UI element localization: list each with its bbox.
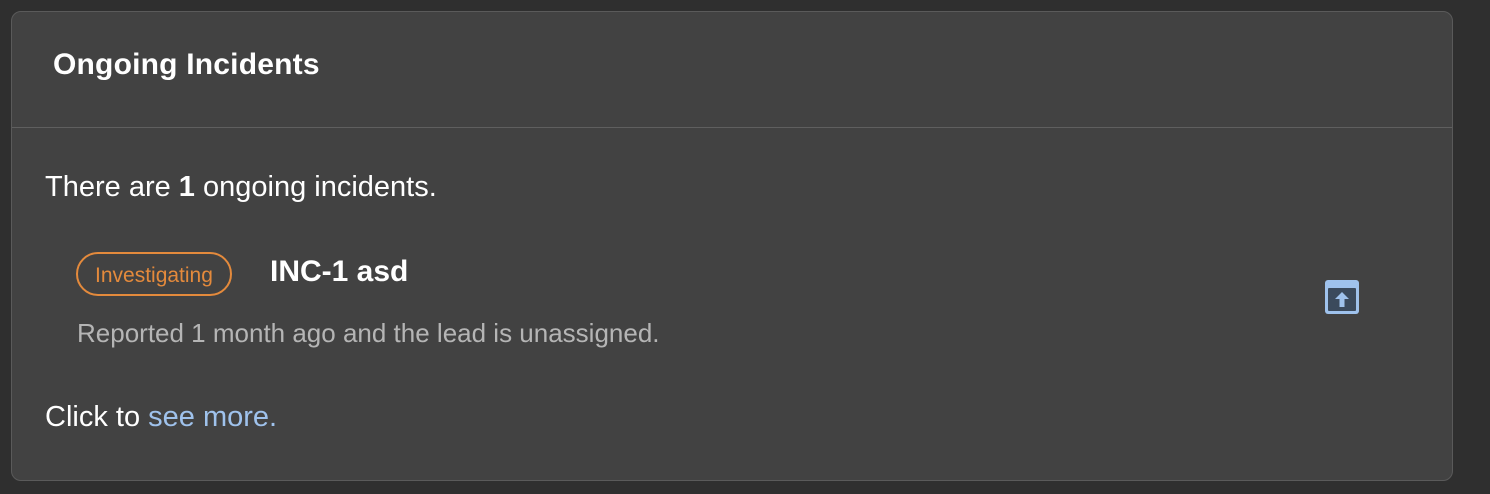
footer-prefix: Click to — [45, 401, 149, 433]
card-header: Ongoing Incidents — [12, 12, 1452, 128]
footer-text: Click to see more. — [45, 401, 277, 434]
see-more-link[interactable]: see more. — [148, 401, 277, 433]
incident-count: 1 — [178, 171, 195, 203]
card-body: There are 1 ongoing incidents. Investiga… — [12, 128, 1452, 480]
incident-meta: Reported 1 month ago and the lead is una… — [77, 318, 660, 348]
status-badge: Investigating — [76, 252, 232, 296]
open-in-new-window-icon[interactable] — [1323, 278, 1361, 316]
summary-suffix: ongoing incidents. — [194, 171, 437, 203]
card-title: Ongoing Incidents — [53, 48, 320, 81]
incident-summary: There are 1 ongoing incidents. — [45, 171, 437, 204]
incident-item[interactable]: Investigating INC-1 asd Reported 1 month… — [76, 252, 1376, 356]
summary-prefix: There are — [45, 171, 179, 203]
incident-title[interactable]: INC-1 asd — [270, 255, 408, 289]
ongoing-incidents-card: Ongoing Incidents There are 1 ongoing in… — [11, 11, 1453, 481]
